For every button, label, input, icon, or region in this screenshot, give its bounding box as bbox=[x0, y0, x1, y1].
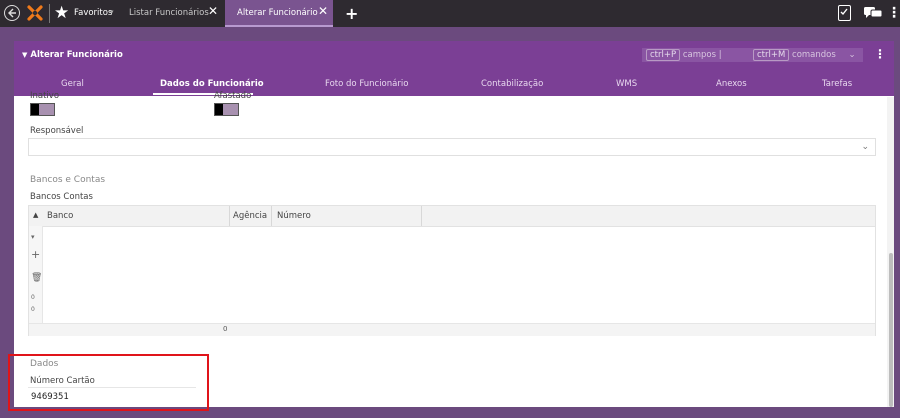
afastado-label: Afastado bbox=[214, 91, 252, 101]
chevron-down-icon[interactable]: ⌄ bbox=[861, 142, 869, 152]
scrollbar-thumb[interactable] bbox=[889, 253, 893, 407]
column-numero[interactable]: Número bbox=[277, 211, 311, 221]
back-arrow-icon[interactable] bbox=[4, 5, 20, 21]
afastado-toggle[interactable] bbox=[214, 103, 239, 116]
column-divider[interactable] bbox=[229, 206, 230, 226]
favorites-menu[interactable]: Favoritos bbox=[74, 8, 112, 18]
column-banco[interactable]: Banco bbox=[47, 211, 73, 221]
highlight-box bbox=[8, 354, 209, 411]
row-counter: 0 bbox=[31, 306, 35, 313]
tab-contabilizacao[interactable]: Contabilização bbox=[481, 79, 543, 89]
clipboard-check-icon[interactable] bbox=[838, 5, 851, 21]
chevron-down-icon[interactable]: ⌄ bbox=[849, 50, 856, 60]
tab-label: Listar Funcionários bbox=[129, 8, 209, 18]
shortcut-key: ctrl+P bbox=[646, 49, 681, 61]
alterar-funcionario-panel: ▼ Alterar Funcionário ctrl+P campos | ctr… bbox=[14, 41, 894, 407]
grid-toolbar: ▾ + 🗑 0 0 bbox=[29, 226, 43, 323]
more-vertical-icon[interactable]: ⋮ bbox=[887, 5, 900, 21]
tab-anexos[interactable]: Anexos bbox=[716, 79, 747, 89]
close-icon[interactable]: ✕ bbox=[208, 4, 218, 18]
tab-alterar-funcionario[interactable]: Alterar Funcionário ✕ bbox=[225, 0, 333, 27]
responsavel-label: Responsável bbox=[30, 126, 84, 136]
fields-shortcut[interactable]: ctrl+P campos | bbox=[642, 48, 752, 62]
add-row-button[interactable]: + bbox=[31, 249, 40, 260]
panel-header: ▼ Alterar Funcionário ctrl+P campos | ctr… bbox=[14, 41, 894, 96]
star-icon[interactable]: ★ bbox=[54, 3, 69, 23]
bancos-contas-label: Bancos Contas bbox=[30, 192, 93, 202]
row-count: 0 bbox=[223, 325, 228, 333]
shortcut-separator: | bbox=[718, 50, 722, 60]
panel-menu-icon[interactable]: ⋮ bbox=[874, 48, 886, 60]
responsavel-select[interactable]: ⌄ bbox=[28, 138, 876, 156]
panel-title[interactable]: ▼ Alterar Funcionário bbox=[22, 50, 123, 60]
collapse-triangle-icon[interactable]: ▼ bbox=[22, 51, 27, 59]
tab-wms[interactable]: WMS bbox=[616, 79, 637, 89]
chevron-down-icon[interactable]: ▾ bbox=[31, 232, 35, 242]
shortcut-label: comandos bbox=[792, 50, 836, 60]
grid-footer: 0 bbox=[29, 323, 875, 336]
column-divider[interactable] bbox=[271, 206, 272, 226]
tab-dados-do-funcionario[interactable]: Dados do Funcionário bbox=[160, 79, 264, 89]
tab-tarefas[interactable]: Tarefas bbox=[822, 79, 852, 89]
top-bar: ★ Favoritos ▾ Listar Funcionários ✕ Alte… bbox=[0, 0, 900, 27]
divider bbox=[49, 4, 50, 23]
column-agencia[interactable]: Agência bbox=[233, 211, 267, 221]
bancos-grid: ▲ Banco Agência Número ▾ + 🗑 0 0 0 bbox=[28, 205, 876, 336]
commands-shortcut[interactable]: ctrl+M comandos ⌄ bbox=[749, 48, 863, 62]
column-divider[interactable] bbox=[421, 206, 422, 226]
tab-listar-funcionarios[interactable]: Listar Funcionários ✕ bbox=[122, 0, 222, 27]
chevron-down-icon[interactable]: ▾ bbox=[110, 8, 114, 16]
inativo-toggle[interactable] bbox=[30, 103, 55, 116]
shortcut-key: ctrl+M bbox=[753, 49, 790, 61]
logo-icon[interactable] bbox=[26, 4, 44, 22]
tab-label: Alterar Funcionário bbox=[237, 8, 318, 18]
trash-icon[interactable]: 🗑 bbox=[31, 273, 42, 283]
grid-header: ▲ Banco Agência Número bbox=[29, 206, 875, 227]
new-tab-button[interactable]: + bbox=[345, 5, 358, 23]
tab-geral[interactable]: Geral bbox=[61, 79, 84, 89]
close-icon[interactable]: ✕ bbox=[318, 4, 328, 18]
row-counter: 0 bbox=[31, 294, 35, 301]
tab-foto-do-funcionario[interactable]: Foto do Funcionário bbox=[325, 79, 408, 89]
chat-icon[interactable] bbox=[864, 6, 882, 20]
sort-up-icon[interactable]: ▲ bbox=[33, 211, 38, 219]
bancos-section-title: Bancos e Contas bbox=[30, 175, 106, 185]
shortcut-label: campos bbox=[682, 50, 717, 60]
inativo-label: Inativo bbox=[30, 91, 60, 101]
